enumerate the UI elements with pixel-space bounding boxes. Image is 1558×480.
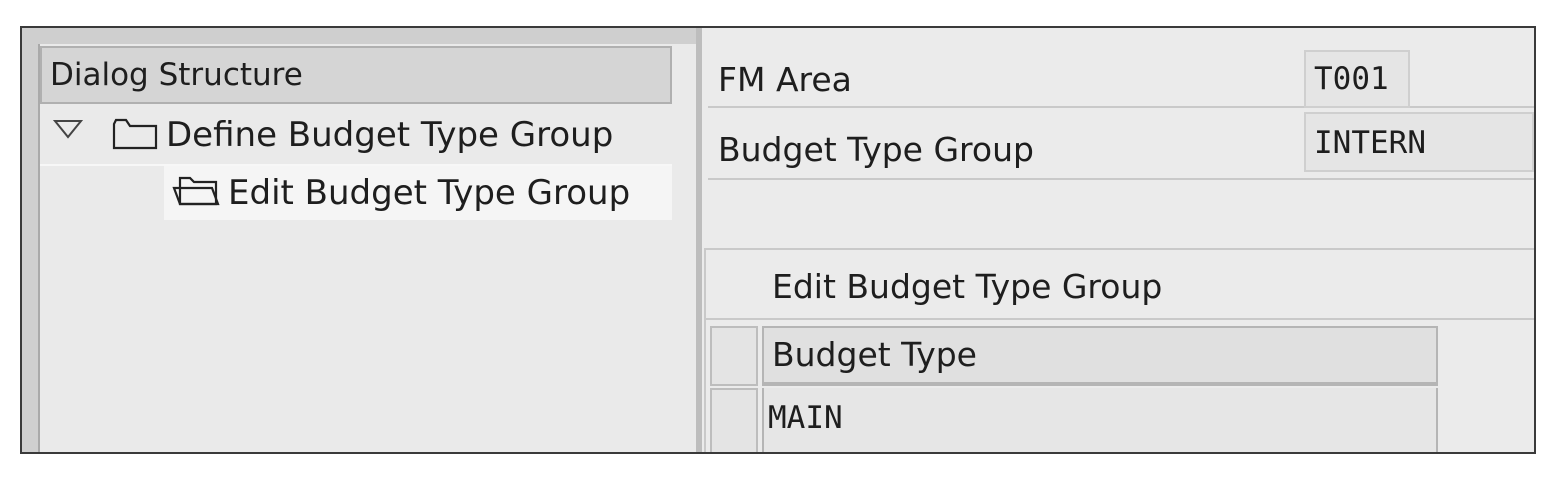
column-header-budget-type[interactable]: Budget Type [762,326,1438,386]
dialog-structure-header: Dialog Structure [40,46,672,104]
fm-area-field[interactable]: T001 [1304,50,1410,108]
sap-view-window: Dialog Structure Define Budget Type Grou… [20,26,1536,454]
budget-type-table: Edit Budget Type Group Budget Type MAIN [704,248,1534,452]
detail-pane: FM Area T001 Budget Type Group INTERN Ed… [702,28,1534,452]
tree-item-label: Define Budget Type Group [166,115,614,155]
folder-icon [112,118,158,150]
fm-area-label: FM Area [718,60,852,99]
dialog-structure-pane: Dialog Structure Define Budget Type Grou… [22,28,702,452]
fm-area-row: FM Area T001 [708,46,1534,108]
row-selector[interactable] [710,388,758,452]
table-title: Edit Budget Type Group [706,250,1534,320]
select-all-button[interactable] [710,326,758,386]
tree-item-define-budget-type-group[interactable]: Define Budget Type Group [40,110,672,166]
budget-type-group-label: Budget Type Group [718,130,1034,169]
table-cell-budget-type[interactable]: MAIN [762,388,1438,452]
tree-item-edit-budget-type-group[interactable]: Edit Budget Type Group [40,166,672,220]
tree-item-label: Edit Budget Type Group [228,173,631,213]
expand-triangle-icon[interactable] [52,118,84,140]
pane-rail [38,28,696,44]
budget-type-group-field[interactable]: INTERN [1304,112,1534,172]
budget-type-group-row: Budget Type Group INTERN [708,108,1534,180]
open-folder-icon [172,176,220,206]
